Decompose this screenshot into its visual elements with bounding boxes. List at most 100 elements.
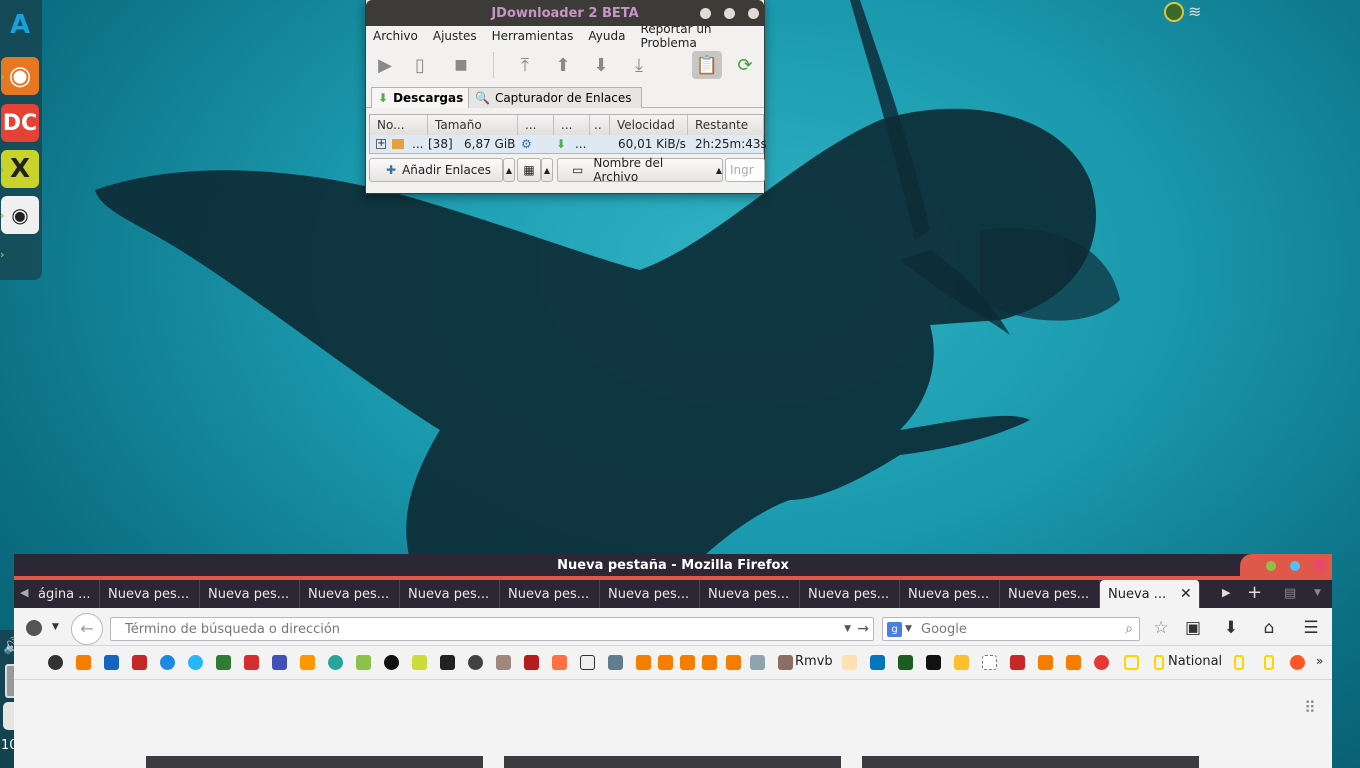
stop-icon[interactable]: ■ [450, 54, 472, 76]
bookmark-icon[interactable] [188, 655, 203, 670]
blogger-bookmark-icon[interactable] [1038, 655, 1053, 670]
bookmark-icon[interactable] [412, 655, 427, 670]
bookmark-star-icon[interactable]: ☆ [1150, 618, 1172, 638]
blogger-bookmark-icon[interactable] [636, 655, 651, 670]
url-input[interactable]: Término de búsqueda o dirección ▼ → [110, 617, 874, 641]
network-globe-icon[interactable] [1164, 2, 1184, 22]
jd-titlebar[interactable]: JDownloader 2 BETA [366, 0, 764, 26]
bookmark-national[interactable]: National [1168, 654, 1222, 669]
bookmark-icon[interactable] [244, 655, 259, 670]
national-geographic-icon[interactable] [1154, 655, 1164, 670]
search-engine-dropdown-icon[interactable]: ▼ [905, 624, 912, 634]
menu-ajustes[interactable]: Ajustes [433, 29, 477, 43]
tab[interactable]: Nueva pes... [500, 580, 600, 608]
bookmark-icon[interactable] [870, 655, 885, 670]
url-dropdown-icon[interactable]: ▼ [844, 624, 851, 634]
bookmark-icon[interactable] [384, 655, 399, 670]
column-header[interactable]: Velocidad [610, 115, 688, 135]
thumbnail-tile[interactable] [146, 756, 483, 768]
bookmark-icon[interactable] [1290, 655, 1305, 670]
bookmark-icon[interactable] [104, 655, 119, 670]
bookmark-icon[interactable] [898, 655, 913, 670]
bookmark-icon[interactable] [300, 655, 315, 670]
blogger-bookmark-icon[interactable] [702, 655, 717, 670]
national-geographic-icon[interactable] [1264, 655, 1274, 670]
menu-herramientas[interactable]: Herramientas [492, 29, 574, 43]
calendar-dropdown[interactable]: ▲ [541, 158, 553, 182]
bookmark-rmvb[interactable]: Rmvb [795, 654, 833, 669]
bookmark-icon[interactable] [552, 655, 567, 670]
add-links-dropdown[interactable]: ▲ [503, 158, 515, 182]
bookmark-icon[interactable] [356, 655, 371, 670]
tab[interactable]: Nueva pes... [1000, 580, 1100, 608]
column-header[interactable]: .. [590, 115, 610, 135]
tab-capturador[interactable]: 🔍 Capturador de Enlaces [468, 87, 642, 108]
bookmark-icon[interactable] [954, 655, 969, 670]
tab-scroll-left-icon[interactable]: ◀ [20, 586, 28, 599]
clipboard-monitor-icon[interactable]: 📋 [692, 51, 722, 79]
tab-groups-icon[interactable]: ▤ [1284, 586, 1296, 601]
bookmark-icon[interactable] [440, 655, 455, 670]
grid-icon[interactable]: ⠿ [1304, 698, 1316, 717]
expand-icon[interactable]: + [376, 139, 386, 149]
column-header[interactable]: Restante [688, 115, 764, 135]
blogger-bookmark-icon[interactable] [726, 655, 741, 670]
more-bookmarks-icon[interactable]: » [1316, 654, 1323, 668]
tab-scroll-right-icon[interactable]: ▶ [1222, 586, 1230, 599]
tab[interactable]: Nueva pes... [600, 580, 700, 608]
bookmark-icon[interactable] [842, 655, 857, 670]
profile-icon[interactable] [26, 620, 42, 636]
firefox-titlebar[interactable]: Nueva pestaña - Mozilla Firefox [14, 554, 1332, 576]
table-row[interactable]: + ... [38] 6,87 GiB ⚙ ⬇ ... 60,01 KiB/s … [370, 135, 767, 153]
tab[interactable]: Nueva pes... [800, 580, 900, 608]
home-icon[interactable]: ⌂ [1258, 618, 1280, 638]
close-icon[interactable] [1314, 560, 1325, 571]
menu-icon[interactable]: ☰ [1300, 618, 1322, 638]
thumbnail-tile[interactable] [862, 756, 1199, 768]
blogger-bookmark-icon[interactable] [1066, 655, 1081, 670]
go-arrow-icon[interactable]: → [857, 621, 869, 637]
menu-ayuda[interactable]: Ayuda [588, 29, 625, 43]
column-header[interactable]: ... [518, 115, 554, 135]
maximize-icon[interactable] [724, 8, 735, 19]
bookmark-icon[interactable] [608, 655, 623, 670]
bookmark-icon[interactable] [580, 655, 595, 670]
tab[interactable]: Nueva pes... [400, 580, 500, 608]
back-icon[interactable]: ← [71, 613, 103, 645]
history-dropdown-icon[interactable]: ▼ [52, 622, 59, 632]
thumbnail-tile[interactable] [504, 756, 841, 768]
bookmark-icon[interactable] [496, 655, 511, 670]
column-header[interactable]: No... [370, 115, 428, 135]
move-up-icon[interactable]: ⬆ [552, 54, 574, 76]
play-icon[interactable]: ▶ [374, 54, 396, 76]
tab-descargas[interactable]: ⬇ Descargas [371, 87, 471, 108]
national-geographic-icon[interactable] [1234, 655, 1244, 670]
tab-active[interactable]: Nueva ... ✕ [1100, 580, 1200, 608]
share-bookmark-icon[interactable] [272, 655, 287, 670]
close-tab-icon[interactable]: ✕ [1180, 586, 1192, 602]
menu-archivo[interactable]: Archivo [373, 29, 418, 43]
tab[interactable]: Nueva pes... [900, 580, 1000, 608]
search-icon[interactable]: ⌕ [1125, 621, 1133, 637]
pause-icon[interactable]: ▯ [409, 54, 431, 76]
doublecmd-icon[interactable]: DC [1, 104, 39, 142]
reading-list-icon[interactable]: ▣ [1182, 618, 1204, 638]
tab[interactable]: ágina ... [30, 580, 100, 608]
headphones-bookmark-icon[interactable] [48, 655, 63, 670]
dock-expand-icon[interactable]: › [0, 248, 10, 261]
folder-icon[interactable] [778, 655, 793, 670]
blogger-bookmark-icon[interactable] [76, 655, 91, 670]
bookmark-icon[interactable] [216, 655, 231, 670]
blogger-bookmark-icon[interactable] [680, 655, 695, 670]
search-input[interactable]: g ▼ Google ⌕ [882, 617, 1140, 641]
all-tabs-icon[interactable]: ▼ [1314, 588, 1321, 598]
move-top-icon[interactable]: ⤒ [514, 54, 536, 76]
arch-launcher-icon[interactable]: A [1, 6, 39, 44]
google-icon[interactable]: g [887, 622, 902, 637]
minimize-icon[interactable] [700, 8, 711, 19]
move-down-icon[interactable]: ⬇ [590, 54, 612, 76]
bookmark-icon[interactable] [926, 655, 941, 670]
tab[interactable]: Nueva pes... [200, 580, 300, 608]
minimize-icon[interactable] [1266, 561, 1276, 571]
tab[interactable]: Nueva pes... [100, 580, 200, 608]
